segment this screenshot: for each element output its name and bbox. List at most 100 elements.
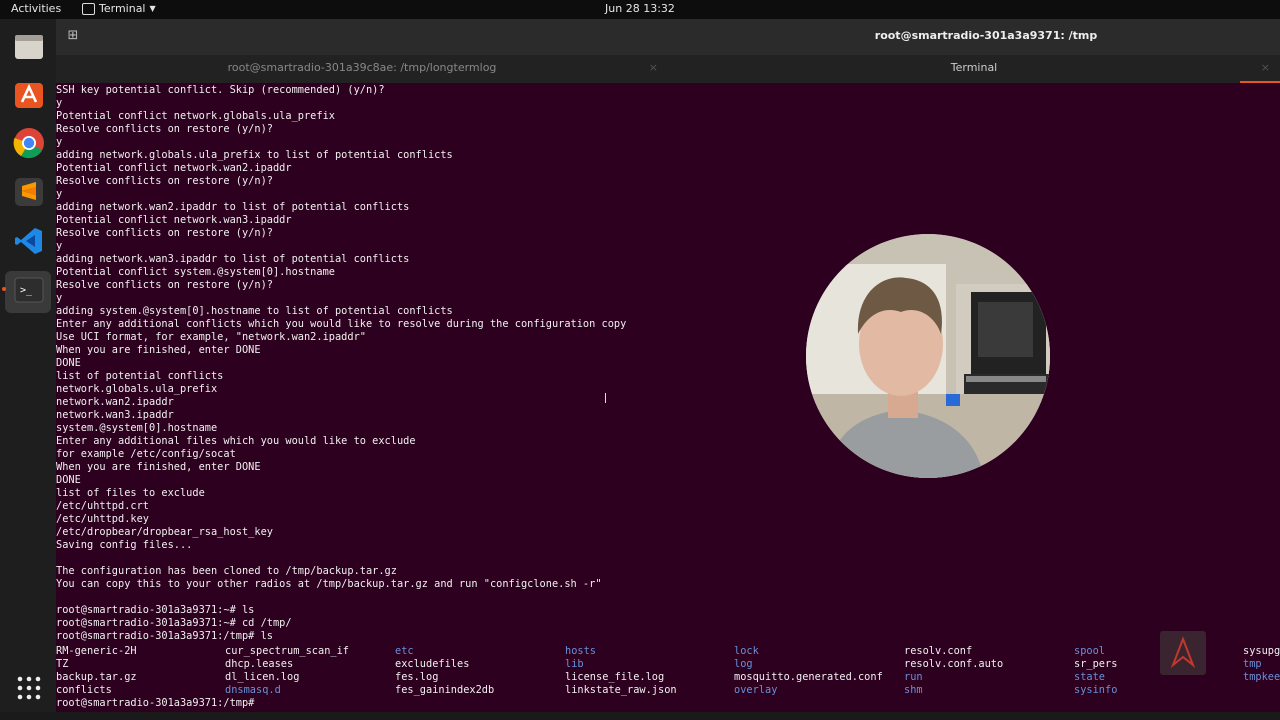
shell-prompt: root@smartradio-301a3a9371:/tmp# bbox=[56, 697, 261, 709]
terminal-line: Resolve conflicts on restore (y/n)? bbox=[56, 227, 273, 239]
ls-entry: RM-generic-2H bbox=[56, 645, 137, 657]
tab-bar: root@smartradio-301a39c8ae: /tmp/longter… bbox=[56, 55, 1280, 83]
terminal-line: adding network.wan3.ipaddr to list of po… bbox=[56, 253, 410, 265]
terminal-lines: SSH key potential conflict. Skip (recomm… bbox=[56, 84, 626, 643]
window-header: ⊞ root@smartradio-301a3a9371: /tmp bbox=[56, 19, 1280, 55]
ls-entry: state bbox=[1074, 671, 1105, 683]
ls-entry: log bbox=[734, 658, 753, 670]
terminal-line: Resolve conflicts on restore (y/n)? bbox=[56, 123, 273, 135]
tab-label: root@smartradio-301a39c8ae: /tmp/longter… bbox=[227, 61, 497, 74]
close-icon[interactable]: × bbox=[649, 55, 658, 81]
terminal-line: y bbox=[56, 292, 63, 304]
ls-entry: dl_licen.log bbox=[225, 671, 300, 683]
terminal-line: y bbox=[56, 136, 63, 148]
terminal-line: list of potential conflicts bbox=[56, 370, 224, 382]
software-icon[interactable] bbox=[12, 77, 46, 111]
ls-entry: etc bbox=[395, 645, 414, 657]
terminal-line: adding system.@system[0].hostname to lis… bbox=[56, 305, 453, 317]
ls-row: conflicts dnsmasq.d fes_gainindex2db linkst… bbox=[56, 684, 1280, 697]
webcam-image bbox=[806, 234, 1050, 478]
new-tab-icon[interactable]: ⊞ bbox=[64, 27, 82, 45]
ls-entry: tmp bbox=[1243, 658, 1262, 670]
ls-entry: conflicts bbox=[56, 684, 112, 696]
terminal-line: Saving config files... bbox=[56, 539, 193, 551]
terminal-line: list of files to exclude bbox=[56, 487, 205, 499]
top-bar: Activities Terminal ▼ Jun 28 13:32 bbox=[0, 0, 1280, 19]
terminal-line: root@smartradio-301a3a9371:/tmp# ls bbox=[56, 630, 273, 642]
ls-entry: excludefiles bbox=[395, 658, 470, 670]
ls-entry: tmpkee bbox=[1243, 671, 1280, 683]
terminal-line: The configuration has been cloned to /tm… bbox=[56, 565, 397, 577]
terminal-line: /etc/dropbear/dropbear_rsa_host_key bbox=[56, 526, 273, 538]
ls-entry: spool bbox=[1074, 645, 1105, 657]
tab-longtermlog[interactable]: root@smartradio-301a39c8ae: /tmp/longter… bbox=[56, 55, 668, 83]
ls-row: backup.tar.gz dl_licen.log fes.log license_… bbox=[56, 671, 1280, 684]
ls-entry: resolv.conf.auto bbox=[904, 658, 1004, 670]
terminal-line: root@smartradio-301a3a9371:~# ls bbox=[56, 604, 255, 616]
vscode-icon[interactable] bbox=[12, 224, 46, 258]
mouse-cursor bbox=[605, 393, 606, 403]
terminal-line: SSH key potential conflict. Skip (recomm… bbox=[56, 84, 385, 96]
ls-entry: shm bbox=[904, 684, 923, 696]
ls-entry: fes.log bbox=[395, 671, 439, 683]
terminal-line: adding network.wan2.ipaddr to list of po… bbox=[56, 201, 410, 213]
terminal-line: DONE bbox=[56, 357, 81, 369]
ls-entry: run bbox=[904, 671, 923, 683]
sublime-icon[interactable] bbox=[12, 175, 46, 209]
ls-entry: hosts bbox=[565, 645, 596, 657]
grid-icon bbox=[17, 676, 41, 700]
terminal-line: y bbox=[56, 188, 63, 200]
ls-entry: resolv.conf bbox=[904, 645, 973, 657]
svg-text:>_: >_ bbox=[20, 285, 33, 296]
ls-entry: TZ bbox=[56, 658, 69, 670]
terminal-line: y bbox=[56, 97, 63, 109]
terminal-line: system.@system[0].hostname bbox=[56, 422, 218, 434]
ls-entry: sr_pers bbox=[1074, 658, 1118, 670]
recording-widget[interactable] bbox=[1160, 631, 1206, 675]
active-tab-indicator bbox=[1240, 81, 1280, 83]
chrome-icon[interactable] bbox=[12, 126, 46, 160]
ls-entry: dhcp.leases bbox=[225, 658, 294, 670]
terminal-icon[interactable]: >_ bbox=[12, 273, 46, 307]
terminal-line: adding network.globals.ula_prefix to lis… bbox=[56, 149, 453, 161]
terminal-line: network.wan3.ipaddr bbox=[56, 409, 174, 421]
ls-entry: sysinfo bbox=[1074, 684, 1118, 696]
ls-entry: fes_gainindex2db bbox=[395, 684, 495, 696]
ls-entry: overlay bbox=[734, 684, 778, 696]
clock[interactable]: Jun 28 13:32 bbox=[0, 2, 1280, 15]
terminal-line: Potential conflict network.wan3.ipaddr bbox=[56, 214, 292, 226]
terminal-line: Use UCI format, for example, "network.wa… bbox=[56, 331, 366, 343]
terminal-line: for example /etc/config/socat bbox=[56, 448, 236, 460]
dock: >_ bbox=[0, 19, 56, 720]
close-icon[interactable]: × bbox=[1261, 55, 1270, 81]
terminal-line: Resolve conflicts on restore (y/n)? bbox=[56, 279, 273, 291]
terminal-line: /etc/uhttpd.crt bbox=[56, 500, 149, 512]
terminal-line: Potential conflict system.@system[0].hos… bbox=[56, 266, 335, 278]
terminal-line: root@smartradio-301a3a9371:~# cd /tmp/ bbox=[56, 617, 292, 629]
ls-entry: mosquitto.generated.conf bbox=[734, 671, 883, 683]
tab-terminal[interactable]: Terminal × bbox=[668, 55, 1280, 83]
terminal-line: Enter any additional conflicts which you… bbox=[56, 318, 627, 330]
terminal-line: DONE bbox=[56, 474, 81, 486]
terminal-line: /etc/uhttpd.key bbox=[56, 513, 149, 525]
webcam-overlay bbox=[806, 234, 1050, 478]
ls-entry: lock bbox=[734, 645, 759, 657]
ls-entry: linkstate_raw.json bbox=[565, 684, 677, 696]
files-icon[interactable] bbox=[12, 29, 46, 63]
terminal-line: When you are finished, enter DONE bbox=[56, 461, 261, 473]
tab-label: Terminal bbox=[950, 61, 998, 74]
terminal-line: Resolve conflicts on restore (y/n)? bbox=[56, 175, 273, 187]
ls-entry: lib bbox=[565, 658, 584, 670]
terminal-line: Enter any additional files which you wou… bbox=[56, 435, 416, 447]
terminal-line: Potential conflict network.globals.ula_p… bbox=[56, 110, 335, 122]
show-applications-button[interactable] bbox=[16, 675, 42, 701]
window-title: root@smartradio-301a3a9371: /tmp bbox=[874, 29, 1098, 42]
ls-entry: dnsmasq.d bbox=[225, 684, 281, 696]
ls-entry: backup.tar.gz bbox=[56, 671, 137, 683]
recording-logo-icon bbox=[1170, 636, 1196, 669]
bottom-strip bbox=[0, 712, 1280, 720]
ls-entry: sysupg bbox=[1243, 645, 1280, 657]
terminal-output[interactable]: SSH key potential conflict. Skip (recomm… bbox=[56, 84, 1280, 720]
